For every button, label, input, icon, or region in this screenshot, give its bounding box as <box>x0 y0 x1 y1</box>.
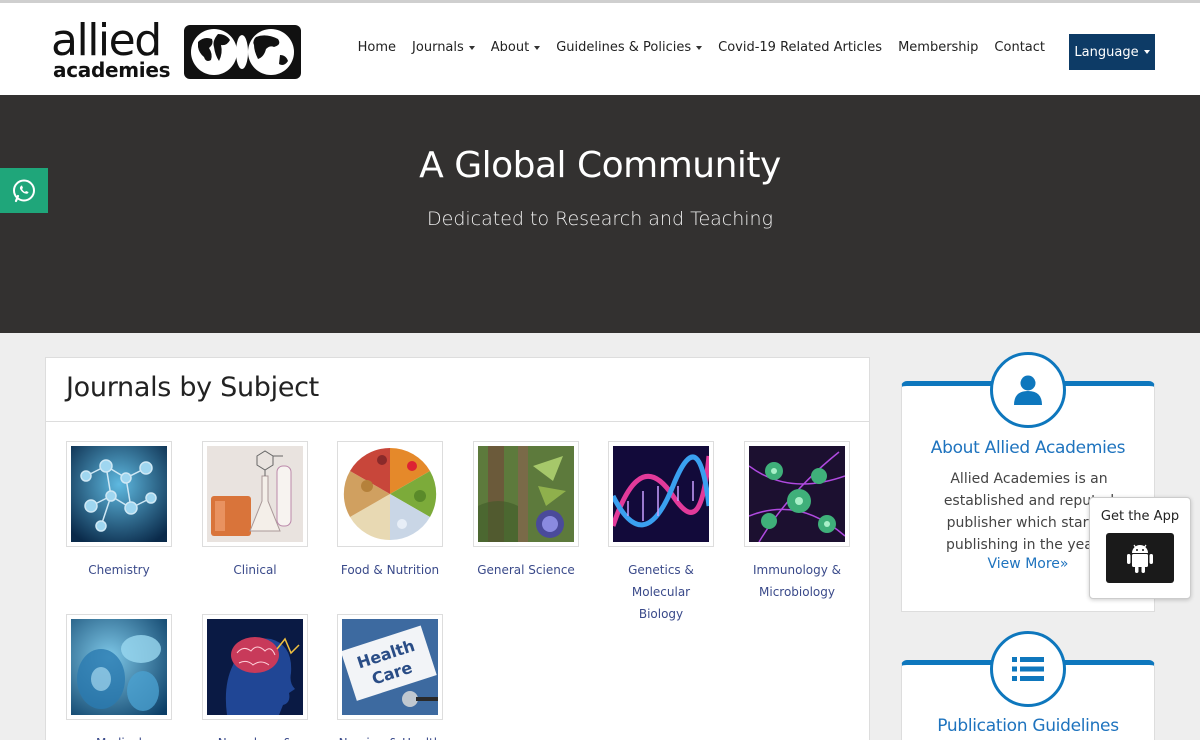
caret-down-icon <box>468 45 475 50</box>
hero-banner: A Global Community Dedicated to Research… <box>0 95 1200 333</box>
subject-label: Clinical <box>233 563 277 577</box>
caret-down-icon <box>1143 50 1150 54</box>
whatsapp-icon <box>13 179 35 202</box>
nav-covid-label: Covid-19 Related Articles <box>718 40 883 55</box>
subject-thumbnail: Health Care <box>337 614 443 720</box>
subject-label: General Science <box>477 563 575 577</box>
subject-label: Medical <box>66 732 172 740</box>
subject-card-food-nutrition[interactable]: Food & Nutrition <box>337 441 443 581</box>
site-logo[interactable]: allied academies <box>51 15 301 82</box>
list-icon <box>1012 657 1044 681</box>
android-app-button[interactable] <box>1106 533 1174 583</box>
list-icon-circle <box>990 631 1066 707</box>
user-icon-circle <box>990 352 1066 428</box>
molecule-image <box>71 446 167 542</box>
nav-covid[interactable]: Covid-19 Related Articles <box>718 40 882 55</box>
nav-guidelines[interactable]: Guidelines & Policies <box>556 40 703 55</box>
get-app-popup: Get the App <box>1089 497 1191 599</box>
subject-card-medical[interactable]: Medical <box>66 614 172 740</box>
nav-membership[interactable]: Membership <box>898 40 978 55</box>
nav-guidelines-label: Guidelines & Policies <box>556 40 692 55</box>
subject-thumbnail <box>66 614 172 720</box>
subject-card-genetics[interactable]: Genetics & Molecular Biology <box>608 441 714 625</box>
nav-contact-label: Contact <box>994 40 1045 55</box>
cells-image <box>71 619 167 715</box>
hero-subtitle: Dedicated to Research and Teaching <box>427 208 773 230</box>
subject-label: Nursing & Health <box>337 732 443 740</box>
subject-label: Neurology & <box>202 732 308 740</box>
dna-helix-image <box>610 446 712 542</box>
language-label: Language <box>1074 44 1139 60</box>
publication-guidelines-card: Publication Guidelines <box>901 631 1155 740</box>
nav-contact[interactable]: Contact <box>994 40 1045 55</box>
brain-head-image <box>207 619 303 715</box>
subject-thumbnail <box>66 441 172 547</box>
subject-thumbnail <box>608 441 714 547</box>
subject-card-chemistry[interactable]: Chemistry <box>66 441 172 581</box>
about-title: About Allied Academies <box>930 438 1126 458</box>
subject-thumbnail <box>744 441 850 547</box>
subject-thumbnail <box>337 441 443 547</box>
subject-card-neurology[interactable]: Neurology & <box>202 614 308 740</box>
navbar: allied academies Home Journals About Gui… <box>0 3 1200 95</box>
caret-down-icon <box>696 45 703 50</box>
android-icon <box>1127 544 1153 573</box>
get-app-label: Get the App <box>1100 509 1180 524</box>
forest-image <box>478 446 574 542</box>
nav-membership-label: Membership <box>898 40 979 55</box>
hero-title: A Global Community <box>419 145 781 186</box>
whatsapp-button[interactable] <box>0 168 48 213</box>
guidelines-title[interactable]: Publication Guidelines <box>902 716 1154 736</box>
subject-thumbnail <box>202 614 308 720</box>
panel-heading: Journals by Subject <box>66 372 319 403</box>
health-care-sign-image: Health Care <box>340 619 438 715</box>
subject-card-clinical[interactable]: Clinical <box>202 441 308 581</box>
nav-home[interactable]: Home <box>358 40 396 55</box>
nav-journals-label: Journals <box>412 40 464 55</box>
user-icon <box>1014 375 1042 405</box>
virus-image <box>748 446 846 543</box>
subject-card-general-science[interactable]: General Science <box>473 441 579 581</box>
nav-home-label: Home <box>357 40 397 55</box>
lab-glassware-image <box>207 446 303 542</box>
subject-thumbnail <box>202 441 308 547</box>
subject-label: Immunology & Microbiology <box>752 563 842 599</box>
food-plate-image <box>342 446 438 542</box>
subject-thumbnail <box>473 441 579 547</box>
logo-globe-icon <box>184 25 301 79</box>
nav-about[interactable]: About <box>490 40 541 55</box>
subject-label: Chemistry <box>88 563 150 577</box>
main-nav: Home Journals About Guidelines & Policie… <box>358 40 1045 55</box>
subject-label: Food & Nutrition <box>340 563 440 577</box>
nav-journals[interactable]: Journals <box>412 40 475 55</box>
subject-label: Genetics & Molecular Biology <box>628 563 694 621</box>
caret-down-icon <box>534 45 541 50</box>
journals-by-subject-panel: Journals by Subject Chemistry Clinical F… <box>45 357 870 740</box>
panel-header: Journals by Subject <box>46 358 869 422</box>
nav-about-label: About <box>490 40 530 55</box>
logo-word-academies: academies <box>53 58 171 82</box>
subject-card-immunology[interactable]: Immunology & Microbiology <box>744 441 850 603</box>
language-dropdown-button[interactable]: Language <box>1069 34 1155 70</box>
subject-card-nursing[interactable]: Health Care Nursing & Health <box>337 614 443 740</box>
